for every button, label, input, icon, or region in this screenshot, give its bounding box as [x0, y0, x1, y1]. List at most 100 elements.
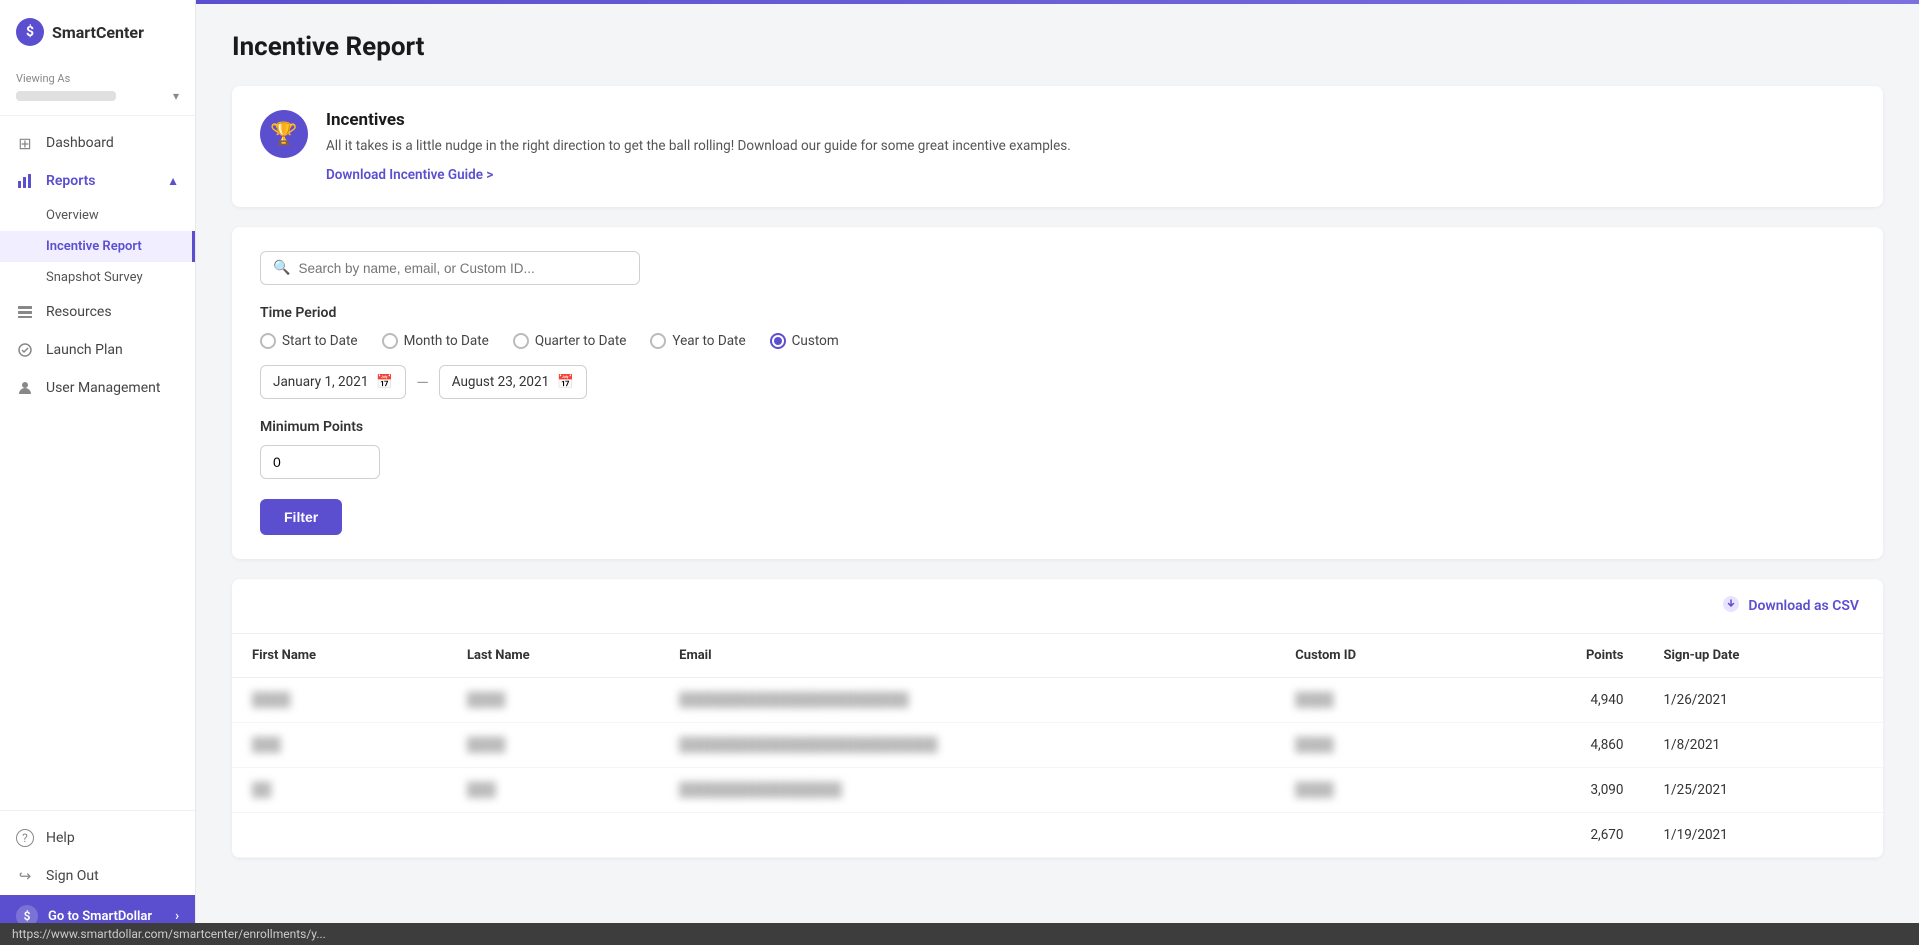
sidebar-item-overview[interactable]: Overview — [0, 200, 195, 231]
viewing-as-label: Viewing As — [16, 72, 179, 85]
page-title: Incentive Report — [232, 32, 1883, 62]
radio-circle-quarter-to-date — [513, 333, 529, 349]
search-input[interactable] — [298, 261, 627, 276]
start-date-input[interactable]: January 1, 2021 📅 — [260, 365, 406, 399]
trophy-icon: 🏆 — [260, 110, 308, 158]
radio-circle-month-to-date — [382, 333, 398, 349]
cell-custom_id: ████ — [1275, 723, 1483, 768]
sidebar-label-user-management: User Management — [46, 380, 160, 396]
reports-group: Reports ▲ Overview Incentive Report Snap… — [0, 162, 195, 293]
date-range-separator: — — [416, 373, 429, 392]
sidebar-item-dashboard[interactable]: ⊞ Dashboard — [0, 124, 195, 162]
cell-last_name: ████ — [447, 678, 659, 723]
sidebar-item-launch-plan[interactable]: Launch Plan — [0, 331, 195, 369]
sidebar-item-incentive-report[interactable]: Incentive Report — [0, 231, 195, 262]
results-table-section: Download as CSV First Name Last Name Ema… — [232, 579, 1883, 858]
main-area: Incentive Report 🏆 Incentives All it tak… — [196, 0, 1919, 945]
main-nav: ⊞ Dashboard Reports ▲ Ove — [0, 116, 195, 415]
filter-panel: 🔍 Time Period Start to Date Month to Dat… — [232, 227, 1883, 559]
radio-quarter-to-date[interactable]: Quarter to Date — [513, 333, 627, 349]
radio-circle-year-to-date — [650, 333, 666, 349]
cell-points: 3,090 — [1483, 768, 1643, 813]
cell-first_name — [232, 813, 447, 858]
sidebar-item-help[interactable]: ? Help — [0, 819, 195, 857]
download-incentive-guide-link[interactable]: Download Incentive Guide > — [326, 167, 493, 183]
end-date-value: August 23, 2021 — [452, 374, 549, 390]
cell-last_name — [447, 813, 659, 858]
end-date-input[interactable]: August 23, 2021 📅 — [439, 365, 587, 399]
status-bar: https://www.smartdollar.com/smartcenter/… — [0, 923, 1919, 945]
sidebar-label-help: Help — [46, 830, 75, 846]
cell-custom_id — [1275, 813, 1483, 858]
col-points: Points — [1483, 634, 1643, 678]
reports-icon — [16, 172, 34, 190]
cell-points: 4,940 — [1483, 678, 1643, 723]
sidebar-item-snapshot-survey[interactable]: Snapshot Survey — [0, 262, 195, 293]
cell-signup_date: 1/25/2021 — [1643, 768, 1883, 813]
table-actions-bar: Download as CSV — [232, 579, 1883, 633]
go-to-smartdollar-label: Go to SmartDollar — [48, 909, 152, 924]
radio-custom[interactable]: Custom — [770, 333, 839, 349]
cell-signup_date: 1/8/2021 — [1643, 723, 1883, 768]
filter-button[interactable]: Filter — [260, 499, 342, 535]
user-management-icon — [16, 379, 34, 397]
cell-custom_id: ████ — [1275, 768, 1483, 813]
cell-points: 2,670 — [1483, 813, 1643, 858]
cell-last_name: ███ — [447, 768, 659, 813]
status-url: https://www.smartdollar.com/smartcenter/… — [12, 927, 326, 941]
cell-first_name: ████ — [232, 678, 447, 723]
search-box[interactable]: 🔍 — [260, 251, 640, 285]
sidebar-label-resources: Resources — [46, 304, 112, 320]
start-date-value: January 1, 2021 — [273, 374, 368, 390]
table-row: ██████████████████████████████████████4,… — [232, 723, 1883, 768]
logo-text: SmartCenter — [52, 23, 144, 42]
cell-email: █████████████████ — [659, 768, 1275, 813]
results-table: First Name Last Name Email Custom ID Poi… — [232, 633, 1883, 858]
cell-custom_id: ████ — [1275, 678, 1483, 723]
viewing-as-section: Viewing As ▾ — [0, 64, 195, 116]
viewing-as-name-blurred — [16, 91, 116, 101]
table-row: ██████████████████████████3,0901/25/2021 — [232, 768, 1883, 813]
sidebar-item-label-dashboard: Dashboard — [46, 135, 114, 151]
incentives-card: 🏆 Incentives All it takes is a little nu… — [232, 86, 1883, 207]
sidebar-item-reports[interactable]: Reports ▲ — [0, 162, 195, 200]
radio-circle-custom — [770, 333, 786, 349]
chevron-down-icon: ▾ — [173, 89, 179, 103]
col-last-name: Last Name — [447, 634, 659, 678]
resources-icon — [16, 303, 34, 321]
time-period-label: Time Period — [260, 305, 1855, 321]
radio-start-to-date[interactable]: Start to Date — [260, 333, 358, 349]
min-points-input[interactable] — [260, 445, 380, 479]
viewing-as-value[interactable]: ▾ — [16, 89, 179, 103]
sidebar-label-sign-out: Sign Out — [46, 868, 99, 884]
cell-first_name: ███ — [232, 723, 447, 768]
go-to-smartdollar-arrow-icon: › — [175, 909, 179, 924]
cell-first_name: ██ — [232, 768, 447, 813]
col-email: Email — [659, 634, 1275, 678]
sidebar-item-sign-out[interactable]: ↪ Sign Out — [0, 857, 195, 895]
col-first-name: First Name — [232, 634, 447, 678]
incentives-description: All it takes is a little nudge in the ri… — [326, 136, 1071, 156]
table-row: 2,6701/19/2021 — [232, 813, 1883, 858]
table-header-row: First Name Last Name Email Custom ID Poi… — [232, 634, 1883, 678]
sidebar-item-user-management[interactable]: User Management — [0, 369, 195, 407]
download-csv-button[interactable]: Download as CSV — [1722, 595, 1859, 617]
cell-email — [659, 813, 1275, 858]
download-csv-label: Download as CSV — [1748, 598, 1859, 614]
main-content: Incentive Report 🏆 Incentives All it tak… — [196, 4, 1919, 945]
radio-month-to-date[interactable]: Month to Date — [382, 333, 489, 349]
download-csv-icon — [1722, 595, 1740, 617]
time-period-radio-group: Start to Date Month to Date Quarter to D… — [260, 333, 1855, 349]
reports-chevron-icon: ▲ — [167, 174, 179, 188]
min-points-label: Minimum Points — [260, 419, 1855, 435]
search-icon: 🔍 — [273, 260, 290, 276]
radio-year-to-date[interactable]: Year to Date — [650, 333, 745, 349]
sidebar-item-resources[interactable]: Resources — [0, 293, 195, 331]
cell-email: ████████████████████████ — [659, 678, 1275, 723]
sidebar-label-launch-plan: Launch Plan — [46, 342, 123, 358]
radio-circle-start-to-date — [260, 333, 276, 349]
sidebar: $ SmartCenter Viewing As ▾ ⊞ Dashboard — [0, 0, 196, 945]
logo-icon: $ — [16, 18, 44, 46]
sign-out-icon: ↪ — [16, 867, 34, 885]
logo-area: $ SmartCenter — [0, 0, 195, 64]
